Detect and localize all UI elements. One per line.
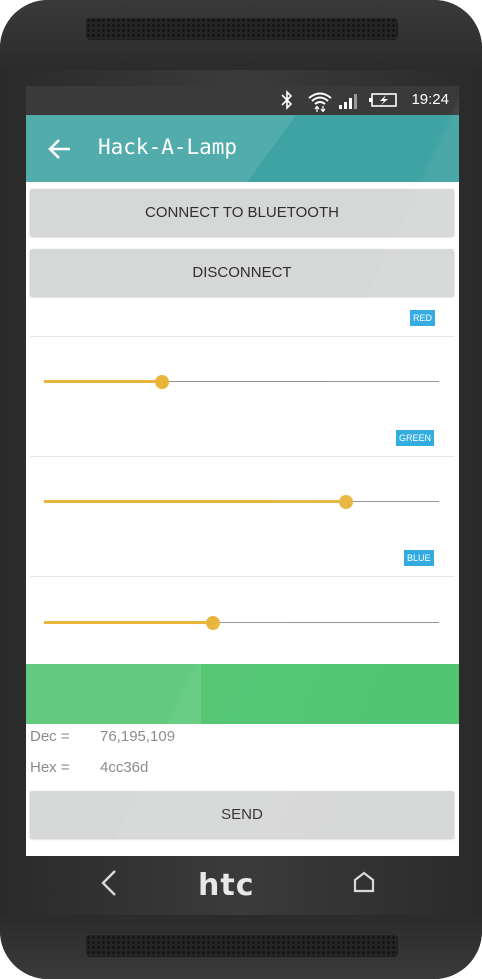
send-button[interactable]: SEND	[30, 791, 454, 838]
green-label-chip: GREEN	[396, 430, 435, 446]
dec-label: Dec =	[30, 728, 70, 745]
nav-back-icon[interactable]	[98, 868, 120, 898]
hex-label: Hex =	[30, 759, 70, 776]
blue-slider-thumb[interactable]	[205, 616, 220, 630]
color-preview	[26, 664, 459, 724]
app-bar: Hack-A-Lamp	[26, 115, 459, 182]
blue-label-chip: BLUE	[404, 550, 434, 566]
red-slider-fill	[44, 380, 162, 383]
connect-bluetooth-button[interactable]: CONNECT TO BLUETOOTH	[30, 189, 454, 236]
phone-bottom-bezel	[0, 915, 482, 979]
status-time: 19:24	[411, 91, 449, 108]
status-bar: 19:24	[26, 86, 459, 115]
top-speaker-grille	[86, 18, 398, 40]
blue-slider-fill	[44, 621, 213, 624]
green-slider-fill	[44, 500, 347, 503]
nav-home-icon[interactable]	[352, 870, 376, 894]
phone-frame: 19:24 Hack-A-Lamp CONNECT TO BLUETOOTH D…	[0, 0, 482, 979]
battery-charging-icon	[369, 93, 397, 107]
red-divider	[30, 336, 454, 337]
phone-top-bezel	[0, 0, 482, 70]
green-slider[interactable]	[44, 492, 439, 512]
hex-readout: Hex = 4cc36d	[30, 759, 148, 776]
red-label-chip: RED	[410, 310, 436, 326]
red-slider[interactable]	[44, 372, 439, 392]
dec-value: 76,195,109	[100, 728, 176, 745]
app-title: Hack-A-Lamp	[98, 135, 238, 159]
screen: 19:24 Hack-A-Lamp CONNECT TO BLUETOOTH D…	[26, 86, 459, 856]
wifi-icon	[308, 92, 332, 112]
disconnect-button[interactable]: DISCONNECT	[30, 249, 454, 296]
arrow-left-icon[interactable]	[46, 135, 74, 163]
green-slider-thumb[interactable]	[339, 495, 354, 509]
red-slider-thumb[interactable]	[154, 375, 169, 389]
blue-divider	[30, 576, 454, 577]
blue-slider[interactable]	[44, 613, 439, 633]
htc-logo: htc	[198, 868, 255, 903]
bluetooth-icon	[281, 90, 293, 110]
bottom-speaker-grille	[86, 935, 398, 957]
color-preview-gloss	[26, 664, 201, 724]
hex-value: 4cc36d	[100, 759, 149, 776]
signal-icon	[339, 94, 357, 109]
dec-readout: Dec = 76,195,109	[30, 728, 175, 745]
green-divider	[30, 456, 454, 457]
